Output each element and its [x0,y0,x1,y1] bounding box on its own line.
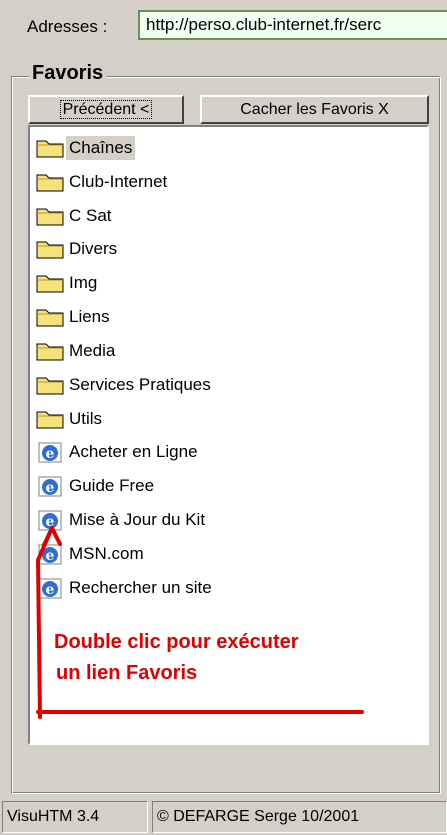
status-app-version: VisuHTM 3.4 [2,801,148,833]
status-copyright: © DEFARGE Serge 10/2001 [152,801,447,833]
status-bar: VisuHTM 3.4 © DEFARGE Serge 10/2001 [0,799,447,835]
annotation-line-2: un lien Favoris [56,662,198,684]
red-arrow-icon [35,526,364,719]
annotation-text: Double clic pour exécuter un lien Favori… [54,627,299,689]
annotation-line-1: Double clic pour exécuter [54,631,299,653]
